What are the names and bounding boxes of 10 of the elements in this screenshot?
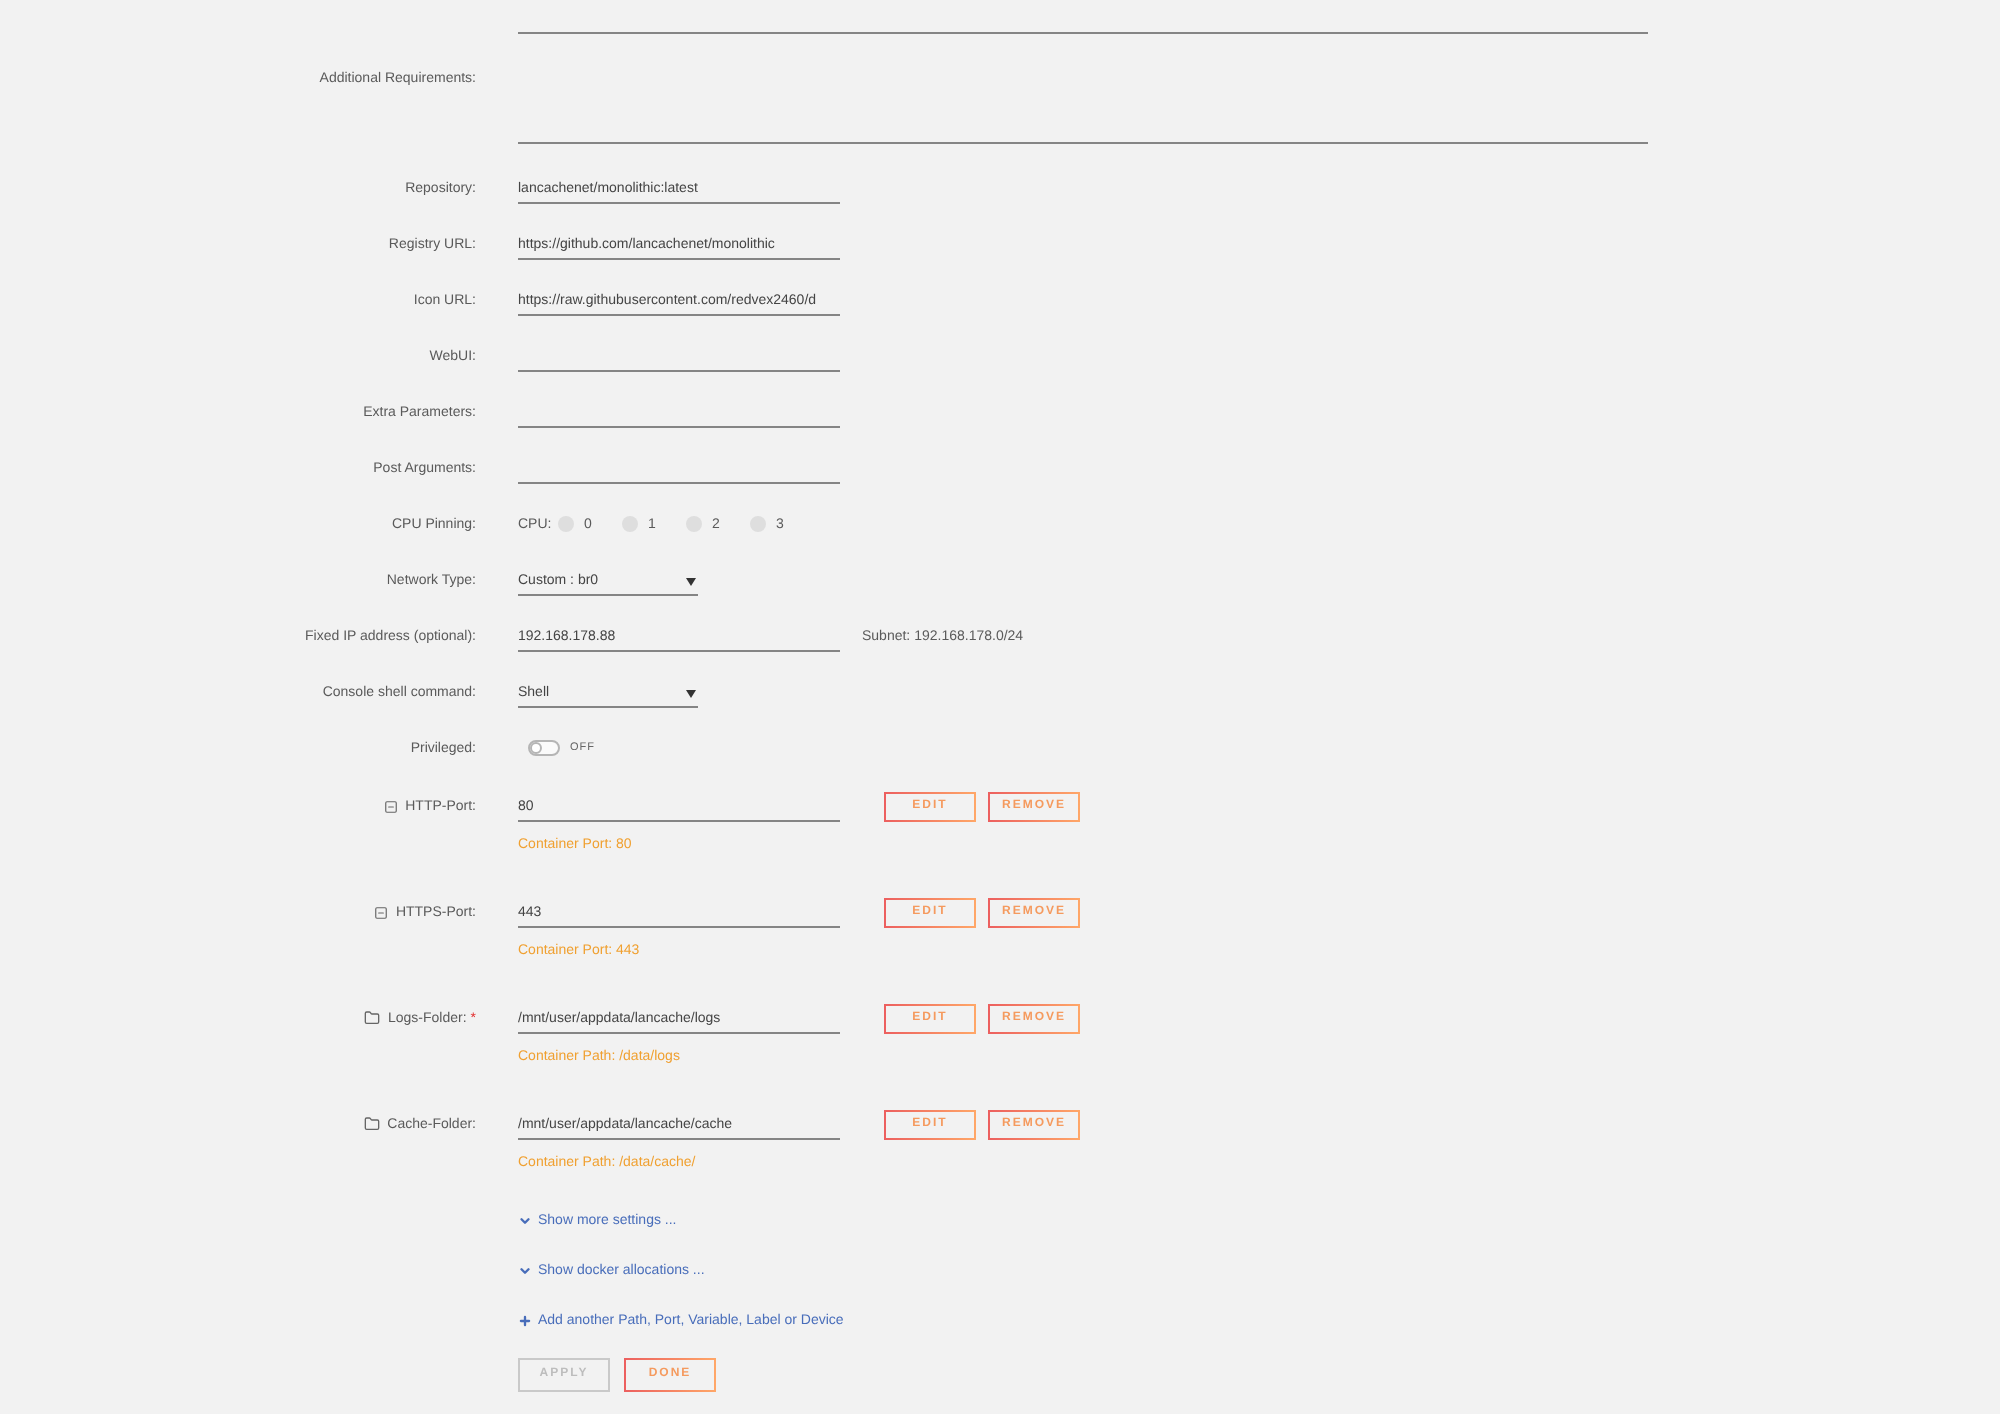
folder-icon — [363, 1010, 380, 1026]
folder-icon — [363, 1116, 380, 1132]
caret-icon — [686, 689, 696, 697]
toggle-switch[interactable] — [528, 740, 560, 756]
square-minus-icon[interactable] — [373, 905, 388, 919]
caret-icon — [686, 577, 696, 585]
plus-icon — [518, 1313, 532, 1327]
chevron-down-icon — [518, 1213, 532, 1227]
square-minus-icon[interactable] — [383, 799, 398, 813]
chevron-down-icon — [518, 1263, 532, 1277]
